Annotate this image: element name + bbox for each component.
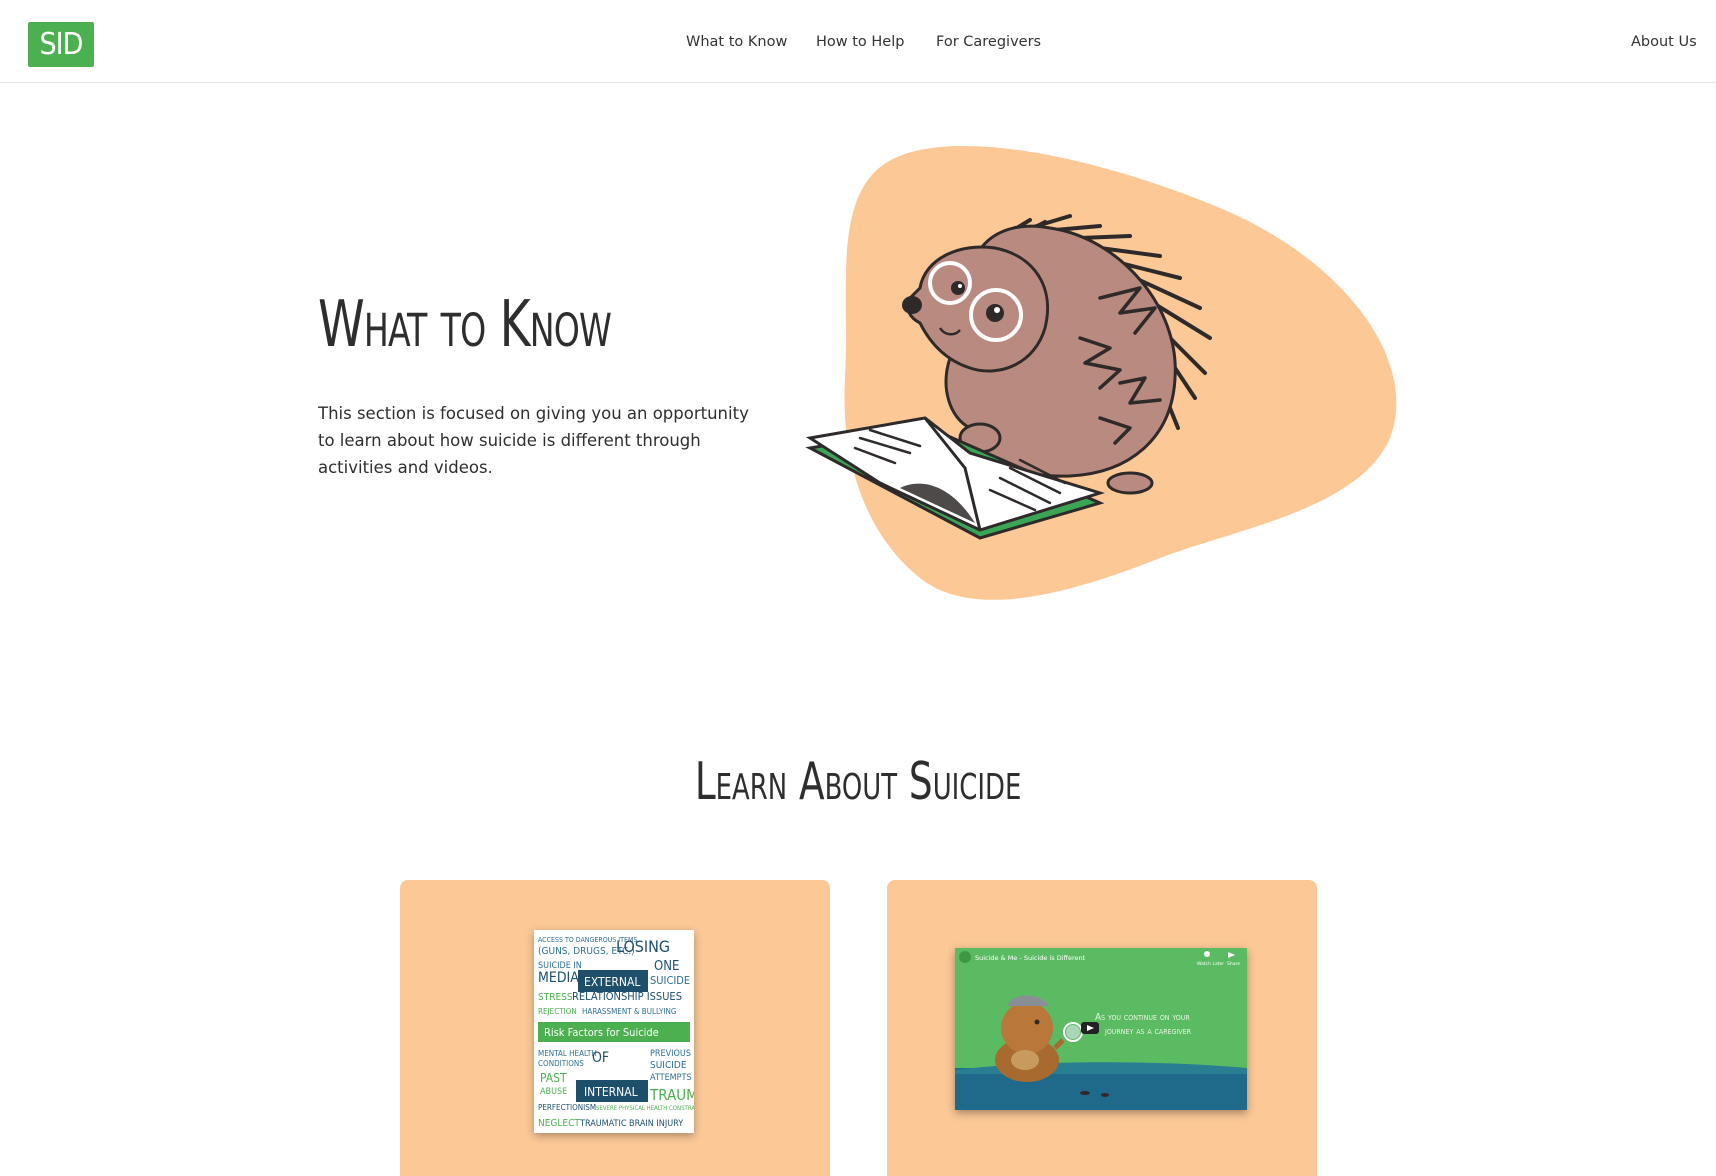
svg-text:MEDIA: MEDIA bbox=[538, 970, 579, 986]
svg-text:SUICIDE: SUICIDE bbox=[650, 974, 690, 987]
svg-text:INTERNAL: INTERNAL bbox=[584, 1085, 638, 1099]
svg-text:As you continue on your: As you continue on your bbox=[1095, 1012, 1190, 1023]
svg-text:ABUSE: ABUSE bbox=[540, 1087, 567, 1097]
nose bbox=[902, 296, 922, 314]
svg-text:PERFECTIONISM: PERFECTIONISM bbox=[538, 1103, 596, 1112]
svg-text:ONE: ONE bbox=[654, 959, 679, 974]
page-title: What to Know bbox=[318, 288, 612, 362]
nav-about-us[interactable]: About Us bbox=[1631, 34, 1697, 50]
suicide-is-different-video-card[interactable]: Suicide & Me - Suicide is Different Watc… bbox=[887, 880, 1317, 1176]
svg-text:OF: OF bbox=[592, 1050, 609, 1066]
svg-text:ATTEMPTS: ATTEMPTS bbox=[650, 1073, 692, 1083]
svg-text:SUICIDE: SUICIDE bbox=[650, 1060, 687, 1071]
section-title: Learn About Suicide bbox=[694, 752, 1022, 812]
svg-text:Watch Later: Watch Later bbox=[1197, 961, 1224, 967]
clock-icon bbox=[1204, 951, 1210, 957]
svg-text:NEGLECT: NEGLECT bbox=[538, 1118, 580, 1129]
sid-logo[interactable]: SID bbox=[28, 22, 94, 67]
svg-text:PREVIOUS: PREVIOUS bbox=[650, 1049, 691, 1059]
risk-factors-card[interactable]: ACCESS TO DANGEROUS ITEMS (GUNS, DRUGS, … bbox=[400, 880, 830, 1176]
svg-text:Risk Factors for Suicide: Risk Factors for Suicide bbox=[544, 1026, 659, 1039]
svg-text:EXTERNAL: EXTERNAL bbox=[584, 975, 640, 989]
top-navigation-bar: SID What to Know How to Help For Caregiv… bbox=[0, 0, 1716, 83]
nav-for-caregivers[interactable]: For Caregivers bbox=[936, 34, 1041, 50]
svg-text:PAST: PAST bbox=[540, 1071, 567, 1085]
svg-text:REJECTION: REJECTION bbox=[538, 1007, 577, 1016]
nav-what-to-know[interactable]: What to Know bbox=[686, 34, 787, 50]
video-thumbnail[interactable]: Suicide & Me - Suicide is Different Watc… bbox=[955, 948, 1247, 1110]
svg-text:CONDITIONS: CONDITIONS bbox=[538, 1059, 584, 1068]
svg-text:TRAUMATIC BRAIN INJURY: TRAUMATIC BRAIN INJURY bbox=[579, 1119, 683, 1129]
svg-text:MENTAL HEALTH: MENTAL HEALTH bbox=[538, 1049, 597, 1058]
video-title: Suicide & Me - Suicide is Different bbox=[975, 954, 1086, 962]
svg-text:SEVERE PHYSICAL HEALTH CONSTRA: SEVERE PHYSICAL HEALTH CONSTRAINTS bbox=[596, 1105, 694, 1112]
risk-factors-poster[interactable]: ACCESS TO DANGEROUS ITEMS (GUNS, DRUGS, … bbox=[534, 930, 694, 1133]
svg-text:Share: Share bbox=[1227, 961, 1240, 967]
eye-left bbox=[951, 281, 965, 295]
porcupine-reading-illustration bbox=[805, 146, 1397, 600]
svg-text:LOSING: LOSING bbox=[616, 937, 670, 956]
eye-right bbox=[986, 304, 1004, 322]
hero-description: This section is focused on giving you an… bbox=[318, 404, 749, 477]
svg-text:TRAUMA: TRAUMA bbox=[649, 1086, 694, 1104]
svg-text:STRESS: STRESS bbox=[538, 992, 573, 1003]
svg-text:journey as a caregiver: journey as a caregiver bbox=[1104, 1026, 1192, 1037]
svg-text:HARASSMENT & BULLYING: HARASSMENT & BULLYING bbox=[582, 1007, 676, 1016]
nav-how-to-help[interactable]: How to Help bbox=[816, 34, 904, 50]
